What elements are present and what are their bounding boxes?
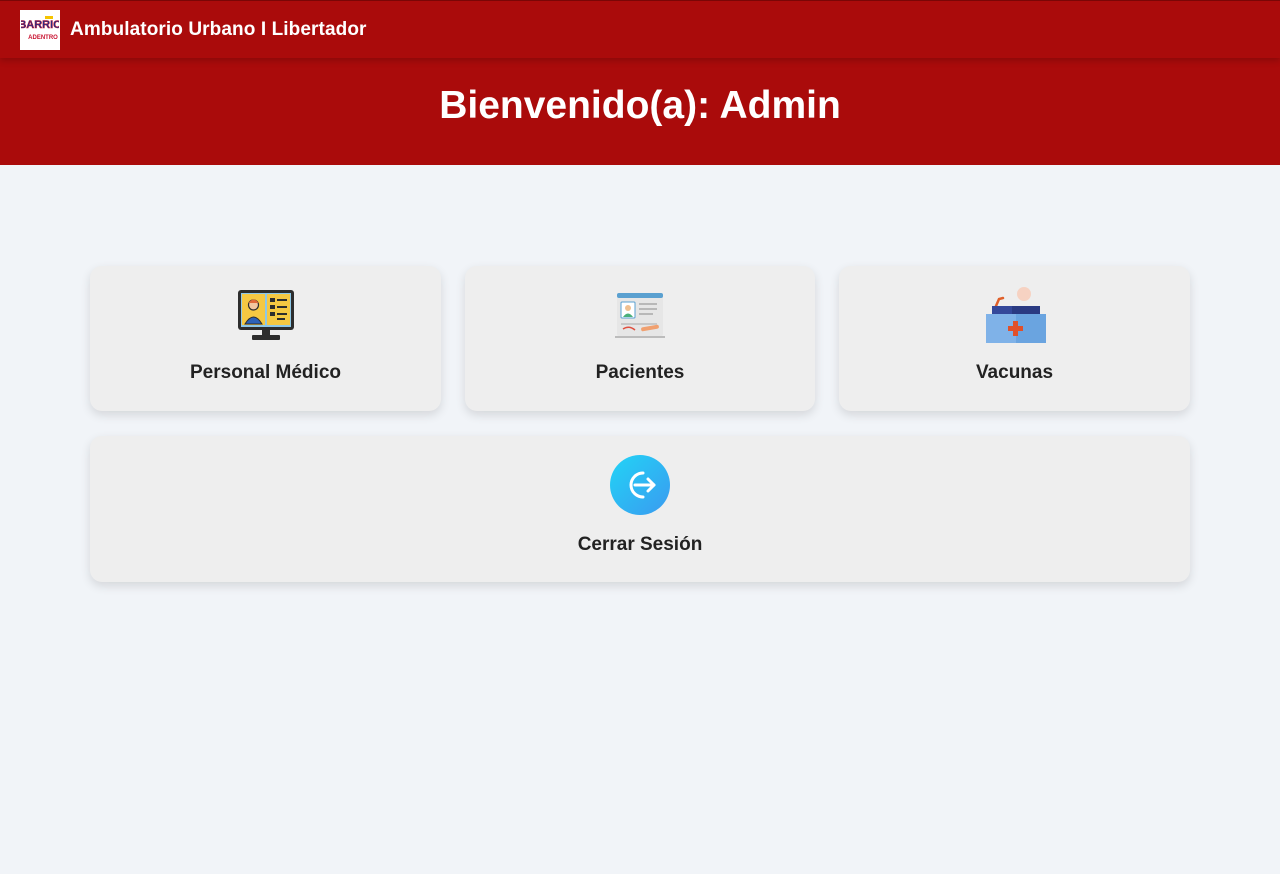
logout-card[interactable]: Cerrar Sesión — [90, 436, 1190, 582]
welcome-banner: Bienvenido(a): Admin — [0, 58, 1280, 165]
pacientes-card[interactable]: Pacientes — [465, 266, 815, 411]
logout-label: Cerrar Sesión — [577, 534, 703, 555]
pacientes-label: Pacientes — [595, 362, 685, 383]
vaccine-kit-icon — [983, 286, 1047, 344]
app-title[interactable]: Ambulatorio Urbano I Libertador — [70, 19, 367, 41]
personal-medico-label: Personal Médico — [190, 362, 341, 383]
svg-text:BARRIO: BARRIO — [21, 19, 59, 31]
svg-text:ADENTRO: ADENTRO — [28, 35, 58, 41]
vacunas-label: Vacunas — [975, 362, 1054, 383]
patient-record-icon — [608, 286, 672, 344]
page-title: Bienvenido(a): Admin — [439, 83, 841, 127]
vacunas-card[interactable]: Vacunas — [839, 266, 1190, 411]
personal-medico-card[interactable]: Personal Médico — [90, 266, 441, 411]
logout-icon — [609, 454, 671, 516]
barrio-adentro-logo[interactable]: BARRIO ADENTRO — [20, 9, 60, 50]
doctor-monitor-icon — [234, 286, 298, 344]
navbar: BARRIO ADENTRO Ambulatorio Urbano I Libe… — [0, 0, 1280, 58]
